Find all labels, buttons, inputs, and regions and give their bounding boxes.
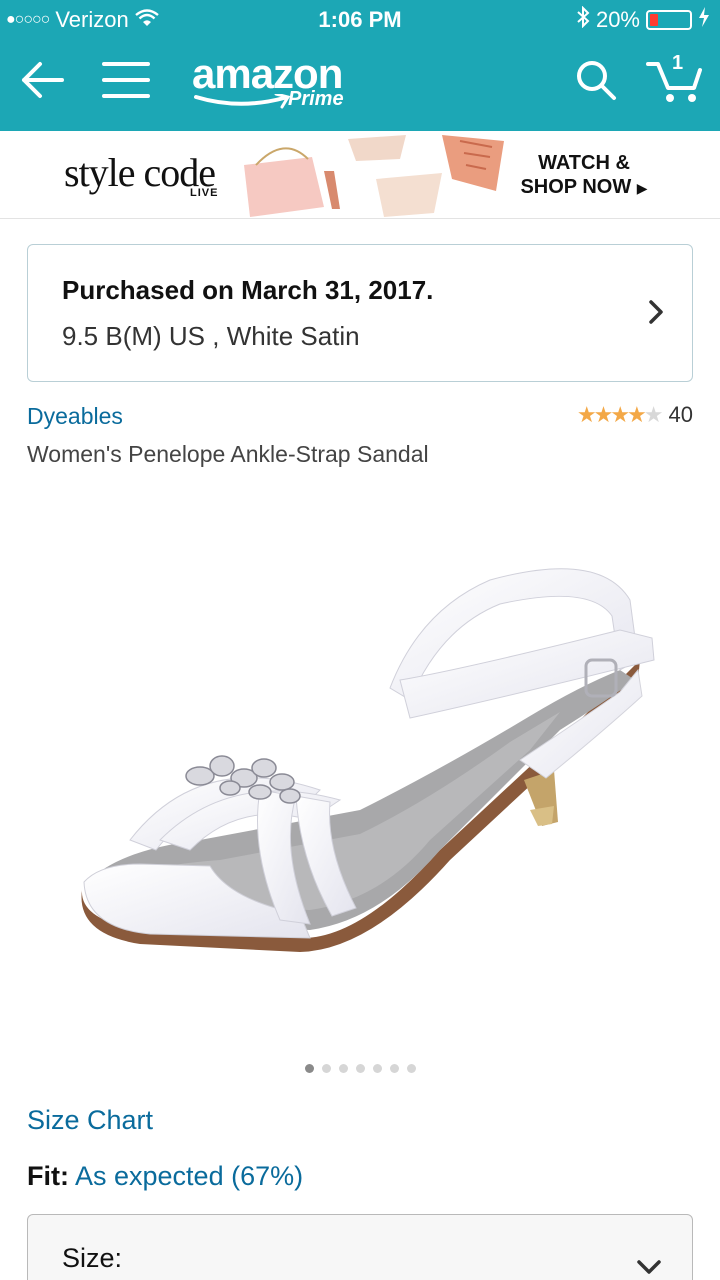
battery-level [650, 14, 658, 26]
chevron-right-icon [648, 299, 664, 330]
nav-row: amazon Prime 1 [0, 44, 720, 124]
brand-link[interactable]: Dyeables [27, 403, 123, 430]
fit-value-link[interactable]: As expected (67%) [75, 1161, 303, 1191]
hamburger-menu-icon[interactable] [102, 58, 150, 107]
search-icon[interactable] [574, 58, 618, 107]
battery-icon [646, 10, 692, 30]
pager-dot[interactable] [355, 1064, 365, 1073]
bluetooth-icon [576, 5, 590, 34]
rating-stars-icon: ★★★★★ [576, 402, 664, 428]
star-filled-icon: ★ [576, 402, 597, 427]
fit-info: Fit: As expected (67%) [27, 1161, 303, 1192]
app-header: ●○○○○ Verizon 1:06 PM 20% amazon Prime 1 [0, 0, 720, 131]
pager-dot[interactable] [338, 1064, 348, 1073]
size-label: Size: [62, 1243, 123, 1273]
play-triangle-icon: ▶ [636, 180, 648, 196]
pager-dot[interactable] [389, 1064, 399, 1073]
product-title: Women's Penelope Ankle-Strap Sandal [27, 441, 429, 467]
banner-cta[interactable]: WATCH & SHOP NOW ▶ [514, 151, 654, 200]
image-pager[interactable] [0, 1064, 720, 1073]
purchase-date: Purchased on March 31, 2017. [62, 275, 434, 305]
banner-cta-line2: SHOP NOW [520, 176, 632, 198]
purchase-details: 9.5 B(M) US , White Satin [62, 321, 360, 351]
pager-dot[interactable] [321, 1064, 331, 1073]
size-selector[interactable]: Size: [27, 1214, 693, 1280]
pager-dot[interactable] [406, 1064, 416, 1073]
product-image[interactable] [60, 520, 680, 990]
status-bar: ●○○○○ Verizon 1:06 PM 20% [0, 0, 720, 40]
back-arrow-icon[interactable] [18, 58, 66, 107]
banner-products-image [244, 135, 504, 217]
star-filled-icon: ★ [593, 402, 614, 427]
promo-banner[interactable]: style code LIVE WATCH & SHOP NOW ▶ [0, 131, 720, 219]
rating[interactable]: ★★★★★ 40 [577, 402, 693, 428]
chevron-down-icon [636, 1259, 662, 1280]
pager-dot[interactable] [304, 1064, 314, 1073]
prime-badge: Prime [288, 88, 344, 110]
rating-count: 40 [668, 402, 693, 427]
pager-dot[interactable] [372, 1064, 382, 1073]
star-filled-icon: ★ [627, 402, 647, 427]
amazon-logo[interactable]: amazon Prime [192, 50, 372, 116]
battery-percent: 20% [595, 7, 640, 32]
smile-arrow-icon [194, 94, 290, 109]
banner-cta-line1: WATCH & [538, 152, 630, 174]
star-filled-icon: ★ [610, 402, 630, 427]
banner-brand-badge: LIVE [190, 187, 219, 199]
status-bar-right: 20% [576, 5, 710, 34]
purchase-history-card[interactable]: Purchased on March 31, 2017. 9.5 B(M) US… [27, 244, 693, 382]
star-empty-icon: ★ [643, 402, 664, 427]
charging-icon [698, 7, 710, 33]
fit-label: Fit: [27, 1161, 69, 1191]
cart-count[interactable]: 1 [672, 52, 683, 75]
size-chart-link[interactable]: Size Chart [27, 1105, 153, 1136]
